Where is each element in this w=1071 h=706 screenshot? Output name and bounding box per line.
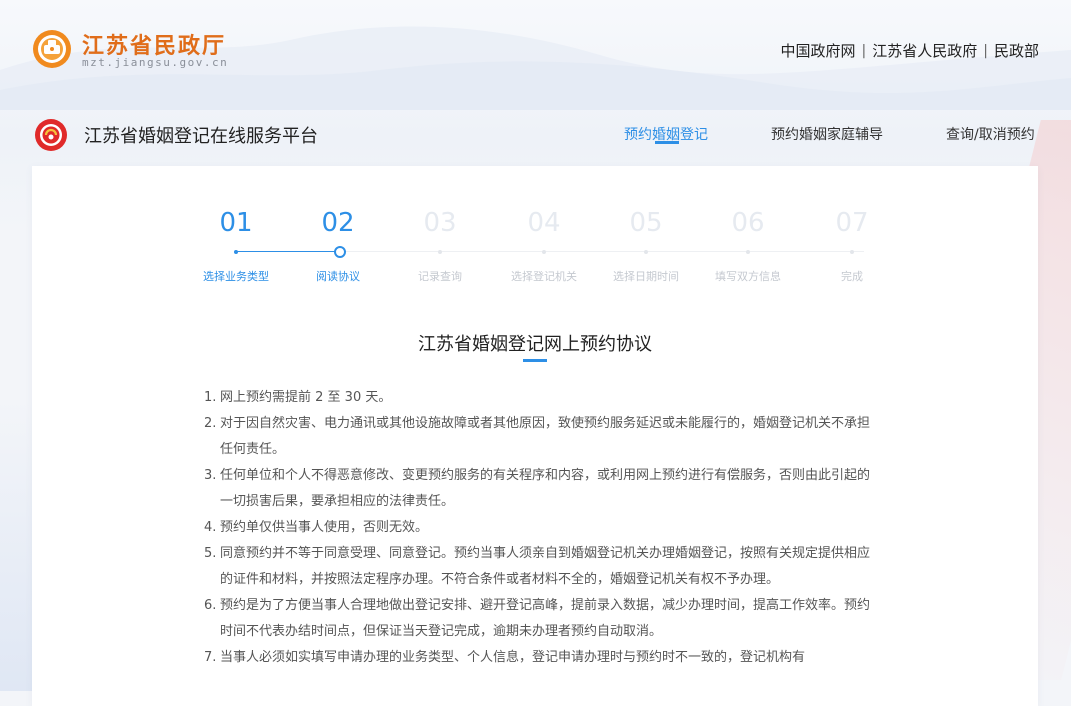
nav-query-cancel[interactable]: 查询/取消预约 (946, 124, 1035, 144)
step-6-label: 填写双方信息 (715, 270, 781, 283)
list-item: 2. 对于因自然灾害、电力通讯或其他设施故障或者其他原因，致使预约服务延迟或未能履… (204, 416, 871, 457)
marriage-registration-logo-icon[interactable] (34, 118, 68, 152)
step-4-label: 选择登记机关 (511, 270, 577, 283)
step-2-label: 阅读协议 (316, 270, 360, 283)
platform-title: 江苏省婚姻登记在线服务平台 (84, 126, 318, 147)
step-connector (344, 251, 864, 252)
step-4-number: 04 (527, 208, 561, 238)
step-6-dot (746, 250, 750, 254)
step-5-label: 选择日期时间 (613, 270, 679, 283)
step-1-dot (234, 250, 238, 254)
link-jiangsu-gov[interactable]: 江苏省人民政府 (872, 40, 977, 61)
gov-header: 江苏省民政厅 mzt.jiangsu.gov.cn 中国政府网 | 江苏省人民政… (0, 0, 1071, 96)
step-progress: 01 选择业务类型 02 阅读协议 03 记录查询 04 选择登记机关 05 选… (32, 166, 1038, 316)
civil-affairs-logo-icon[interactable] (32, 29, 72, 69)
list-item: 4. 预约单仅供当事人使用，否则无效。 (204, 520, 429, 535)
step-connector (236, 251, 336, 252)
main-card: 01 选择业务类型 02 阅读协议 03 记录查询 04 选择登记机关 05 选… (32, 166, 1038, 706)
agreement-title: 江苏省婚姻登记网上预约协议 (418, 334, 652, 355)
link-separator: | (983, 42, 988, 59)
list-item: 1. 网上预约需提前 2 至 30 天。 (204, 390, 392, 405)
top-links: 中国政府网 | 江苏省人民政府 | 民政部 (781, 40, 1039, 61)
step-6-number: 06 (731, 208, 765, 238)
platform-bar: 江苏省婚姻登记在线服务平台 预约婚姻登记 预约婚姻家庭辅导 查询/取消预约 (0, 104, 1071, 162)
link-gov-cn[interactable]: 中国政府网 (781, 40, 856, 61)
step-7-number: 07 (835, 208, 869, 238)
link-ministry[interactable]: 民政部 (994, 40, 1039, 61)
step-1-number: 01 (219, 208, 253, 238)
list-item: 7. 当事人必须如实填写申请办理的业务类型、个人信息，登记申请办理时与预约时不一致… (204, 650, 806, 665)
link-separator: | (861, 42, 867, 59)
step-5-number: 05 (629, 208, 663, 238)
list-item: 3. 任何单位和个人不得恶意修改、变更预约服务的有关程序和内容，或利用网上预约进行… (204, 468, 871, 509)
step-3-dot (438, 250, 442, 254)
list-item: 5. 同意预约并不等于同意受理、同意登记。预约当事人须亲自到婚姻登记机关办理婚姻登… (204, 546, 871, 587)
step-2-number: 02 (321, 208, 355, 238)
step-5-dot (644, 250, 648, 254)
step-1-label: 选择业务类型 (203, 270, 269, 283)
nav-active-indicator (655, 141, 679, 144)
step-7-dot (850, 250, 854, 254)
step-3-label: 记录查询 (418, 270, 462, 283)
step-3-number: 03 (423, 208, 457, 238)
gov-site-domain: mzt.jiangsu.gov.cn (82, 56, 229, 69)
nav-family-counseling[interactable]: 预约婚姻家庭辅导 (771, 124, 883, 144)
list-item: 6. 预约是为了方便当事人合理地做出登记安排、避开登记高峰，提前录入数据，减少办理… (204, 598, 871, 639)
step-7-label: 完成 (841, 270, 863, 283)
agreement-list: 1. 网上预约需提前 2 至 30 天。 2. 对于因自然灾害、电力通讯或其他设施故… (204, 385, 872, 671)
agreement-title-underline (523, 359, 547, 362)
step-2-current-ring (334, 246, 346, 258)
step-4-dot (542, 250, 546, 254)
